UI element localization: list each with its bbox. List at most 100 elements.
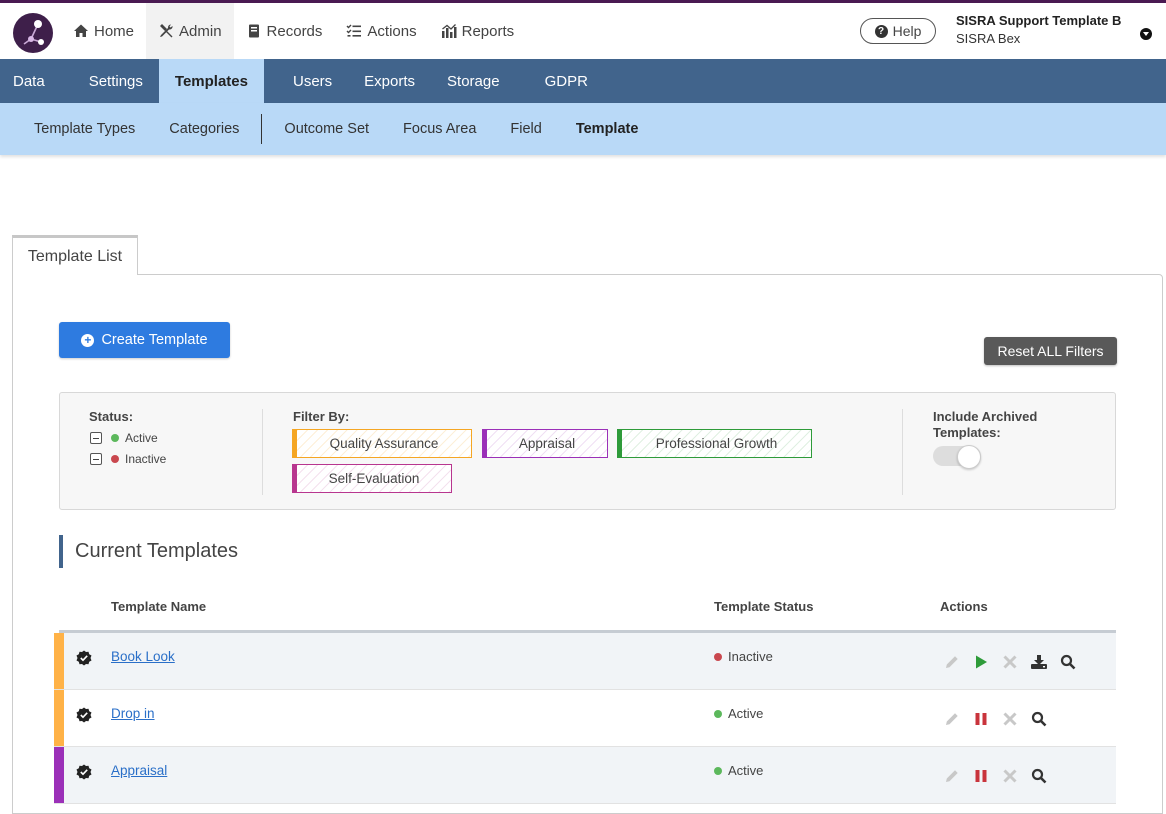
- chip-quality-assurance-label: Quality Assurance: [329, 436, 439, 451]
- template-name-link[interactable]: Appraisal: [111, 763, 167, 778]
- search-icon[interactable]: [1029, 710, 1049, 728]
- row-actions: [942, 653, 1087, 671]
- subnav-exports[interactable]: Exports: [348, 59, 431, 103]
- template-name-link[interactable]: Book Look: [111, 649, 175, 664]
- subnav-templates[interactable]: Templates: [158, 59, 264, 103]
- template-status-label: Active: [728, 763, 764, 778]
- status-filter-active[interactable]: Active: [90, 431, 158, 445]
- nav-actions-label: Actions: [367, 22, 417, 40]
- tnav-outcome-set[interactable]: Outcome Set: [267, 121, 386, 137]
- delete-icon[interactable]: [1000, 653, 1020, 671]
- chip-professional-growth[interactable]: Professional Growth: [617, 429, 812, 458]
- nav-admin-label: Admin: [179, 22, 222, 40]
- inactive-dot-icon: [714, 652, 722, 661]
- tools-icon: [160, 24, 173, 38]
- chip-appraisal[interactable]: Appraisal: [482, 429, 608, 458]
- search-icon[interactable]: [1029, 767, 1049, 785]
- template-status-label: Active: [728, 706, 764, 721]
- tnav-field[interactable]: Field: [493, 121, 558, 137]
- pause-icon[interactable]: [971, 710, 991, 728]
- admin-subnav: Data Settings Templates Users Exports St…: [0, 59, 1166, 103]
- template-status-label: Inactive: [728, 649, 773, 664]
- user-name: SISRA Support Template B: [956, 13, 1122, 28]
- nav-admin[interactable]: Admin: [146, 3, 234, 59]
- tab-template-list[interactable]: Template List: [12, 235, 138, 275]
- filter-panel: Status: Active Inactive Filter By: Quali…: [59, 392, 1116, 510]
- status-filter-inactive[interactable]: Inactive: [90, 452, 166, 466]
- chip-self-evaluation[interactable]: Self-Evaluation: [292, 464, 452, 493]
- tnav-template-types[interactable]: Template Types: [0, 121, 152, 137]
- nav-reports-label: Reports: [461, 22, 515, 40]
- minus-checkbox-icon[interactable]: [90, 432, 102, 444]
- edit-icon[interactable]: [942, 710, 962, 728]
- subnav-storage[interactable]: Storage: [431, 59, 516, 103]
- tnav-divider: [261, 114, 263, 144]
- section-title: Current Templates: [59, 535, 238, 568]
- plus-circle-icon: +: [81, 333, 95, 347]
- include-archived-toggle[interactable]: [933, 445, 981, 469]
- nav-reports[interactable]: Reports: [429, 3, 527, 59]
- col-actions: Actions: [940, 599, 988, 614]
- filter-by-title: Filter By:: [293, 409, 350, 424]
- play-icon[interactable]: [971, 653, 991, 671]
- filter-divider: [902, 409, 903, 495]
- archived-title-line1: Include Archived: [933, 409, 1038, 424]
- edit-icon[interactable]: [942, 767, 962, 785]
- subnav-users[interactable]: Users: [264, 59, 348, 103]
- row-actions: [942, 767, 1058, 785]
- archived-title-line2: Templates:: [933, 425, 1001, 440]
- create-template-button[interactable]: + Create Template: [59, 322, 230, 358]
- edit-icon[interactable]: [942, 653, 962, 671]
- status-filter-title: Status:: [89, 409, 134, 424]
- user-menu[interactable]: SISRA Support Template B SISRA Bex: [956, 13, 1121, 46]
- top-bar: Home Admin Records Actions Reports ? Hel…: [0, 0, 1166, 59]
- verified-check-icon: [76, 650, 92, 666]
- subnav-gdpr[interactable]: GDPR: [516, 59, 601, 103]
- active-dot-icon: [714, 766, 722, 775]
- question-icon: ?: [874, 24, 888, 38]
- logo[interactable]: [13, 13, 53, 53]
- category-band: [54, 747, 64, 803]
- tnav-template[interactable]: Template: [559, 121, 656, 137]
- templates-subnav: Template Types Categories Outcome Set Fo…: [0, 103, 1166, 155]
- nav-records[interactable]: Records: [234, 3, 335, 59]
- nav-actions[interactable]: Actions: [334, 3, 428, 59]
- status-inactive-label: Inactive: [125, 452, 167, 466]
- filter-divider: [262, 409, 263, 495]
- status-active-label: Active: [125, 431, 158, 445]
- main-nav: Home Admin Records Actions Reports: [60, 3, 526, 59]
- table-row: Drop in Active: [54, 690, 1116, 747]
- download-icon[interactable]: [1029, 653, 1049, 671]
- help-button[interactable]: ? Help: [860, 18, 936, 44]
- reset-filters-button[interactable]: Reset ALL Filters: [984, 337, 1117, 365]
- minus-checkbox-icon[interactable]: [90, 453, 102, 465]
- category-band: [54, 633, 64, 689]
- verified-check-icon: [76, 764, 92, 780]
- subnav-data[interactable]: Data: [0, 59, 58, 103]
- chart-icon: [441, 24, 457, 38]
- delete-icon[interactable]: [1000, 767, 1020, 785]
- active-dot-icon: [714, 709, 722, 718]
- nav-records-label: Records: [266, 22, 323, 40]
- row-actions: [942, 710, 1058, 728]
- pause-icon[interactable]: [971, 767, 991, 785]
- chip-self-evaluation-label: Self-Evaluation: [328, 471, 420, 486]
- category-band: [54, 690, 64, 746]
- col-template-name: Template Name: [111, 599, 207, 614]
- tnav-focus-area[interactable]: Focus Area: [386, 121, 493, 137]
- tnav-categories[interactable]: Categories: [152, 121, 256, 137]
- search-icon[interactable]: [1058, 653, 1078, 671]
- nav-home-label: Home: [94, 22, 135, 40]
- template-status: Active: [714, 706, 763, 721]
- create-template-label: Create Template: [101, 332, 208, 348]
- verified-check-icon: [76, 707, 92, 723]
- table-row: Book Look Inactive: [54, 633, 1116, 690]
- help-label: Help: [892, 23, 922, 39]
- subnav-settings[interactable]: Settings: [58, 59, 159, 103]
- nav-home[interactable]: Home: [60, 3, 146, 59]
- template-name-link[interactable]: Drop in: [111, 706, 155, 721]
- home-icon: [74, 24, 88, 37]
- delete-icon[interactable]: [1000, 710, 1020, 728]
- chip-quality-assurance[interactable]: Quality Assurance: [292, 429, 472, 458]
- chevron-down-icon[interactable]: [1140, 28, 1152, 40]
